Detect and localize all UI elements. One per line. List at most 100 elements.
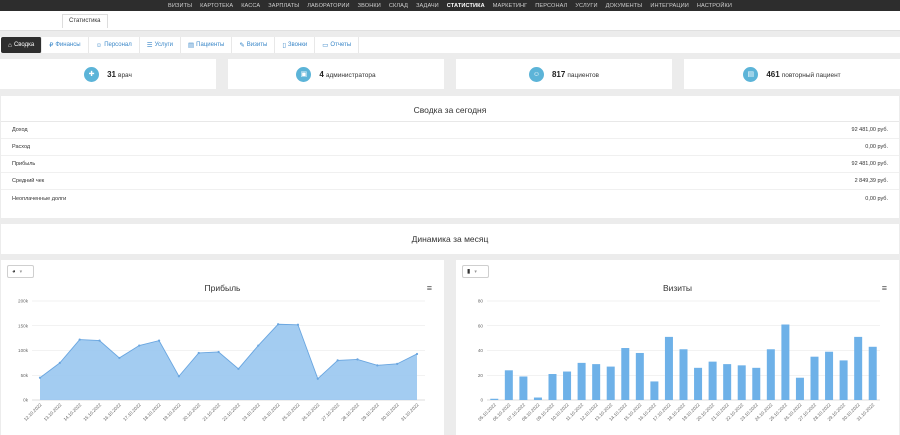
today-summary-panel: Сводка за сегодня Доход 92 481,00 руб. Рас… — [1, 96, 899, 218]
x-tick-label: 25.10.2022 — [281, 402, 301, 422]
tab-item[interactable]: ✎ Визиты — [232, 37, 276, 53]
data-point — [277, 323, 280, 326]
stat-label: врач — [117, 71, 132, 79]
data-point — [138, 344, 141, 347]
data-point — [118, 356, 121, 360]
tab-label: Сводка — [13, 42, 35, 48]
stat-card: ☺ 817 пациентов — [456, 59, 672, 89]
nav-item[interactable]: ВИЗИТЫ — [164, 3, 196, 9]
nav-item[interactable]: КАССА — [237, 3, 264, 9]
nav-item[interactable]: ЛАБОРАТОРИИ — [303, 3, 353, 9]
summary-row-label: Расход — [12, 144, 31, 150]
summary-row: Неоплаченные долги 0,00 руб. — [1, 190, 899, 207]
x-tick-label: 29.10.2022 — [360, 402, 380, 422]
data-point — [177, 375, 180, 378]
data-point — [356, 358, 359, 361]
tab-item[interactable]: ☰ Услуги — [140, 37, 182, 53]
nav-item[interactable]: ЗАДАЧИ — [412, 3, 443, 9]
bar — [810, 356, 819, 400]
x-tick-label: 14.10.2022 — [63, 402, 83, 422]
nav-item[interactable]: МАРКЕТИНГ — [489, 3, 532, 9]
nav-item[interactable]: НАСТРОЙКИ — [693, 3, 736, 9]
summary-row: Доход 92 481,00 руб. — [1, 122, 899, 139]
statistics-tabs: ⌂ Сводка ₽ Финансы ☺ Персонал ☰ Услуги ▤ Пациенты… — [0, 37, 900, 53]
stat-label: повторный пациент — [781, 71, 841, 79]
x-tick-label: 31.10.2022 — [400, 402, 420, 422]
list-icon: ☰ — [146, 42, 153, 49]
summary-row-label: Доход — [12, 127, 28, 133]
nav-item[interactable]: ЗВОНКИ — [354, 3, 385, 9]
stat-card: ▣ 4 администратора — [228, 59, 444, 89]
bar — [839, 360, 848, 400]
summary-row: Прибыль 92 481,00 руб. — [1, 156, 899, 173]
tab-item[interactable]: ▭ Отчеты — [315, 37, 360, 53]
tab-item[interactable]: ⌂ Сводка — [1, 37, 43, 53]
home-icon: ⌂ — [8, 41, 12, 49]
x-tick-label: 28.10.2022 — [340, 402, 360, 422]
x-tick-label: 19.10.2022 — [162, 402, 182, 422]
data-point — [38, 376, 42, 379]
id-card-icon: ▤ — [188, 42, 195, 49]
stat-text: 461 повторный пациент — [766, 70, 840, 79]
document-icon: ▭ — [322, 42, 329, 49]
bar — [606, 366, 615, 400]
summary-row-value: 92 481,00 руб. — [851, 161, 888, 167]
tab-label: Звонки — [287, 42, 308, 48]
person-icon: ☺ — [528, 66, 544, 82]
breadcrumb[interactable]: Статистика — [62, 14, 108, 28]
bar — [766, 349, 775, 400]
bar — [708, 361, 717, 400]
nav-item[interactable]: ПЕРСОНАЛ — [531, 3, 571, 9]
bar — [548, 374, 557, 400]
nav-item[interactable]: СТАТИСТИКА — [443, 3, 489, 9]
summary-row-label: Средний чек — [12, 178, 45, 184]
summary-row-value: 2 849,39 руб. — [854, 178, 888, 184]
breadcrumb-bar: Статистика — [0, 11, 900, 31]
bar — [825, 351, 834, 400]
y-tick-label: 0k — [23, 398, 29, 403]
y-tick-label: 60 — [478, 323, 484, 328]
bar — [635, 352, 644, 400]
phone-icon: ▯ — [282, 42, 286, 49]
nav-item[interactable]: ЗАРПЛАТЫ — [264, 3, 303, 9]
stat-cards: ✚ 31 врач ▣ 4 администратора ☺ 817 пациентов ▤ 461… — [0, 59, 900, 89]
data-point — [78, 338, 81, 341]
summary-row: Расход 0,00 руб. — [1, 139, 899, 156]
nav-item[interactable]: СКЛАД — [385, 3, 412, 9]
tab-label: Финансы — [55, 42, 81, 48]
stat-value: 817 — [551, 69, 566, 79]
x-tick-label: 17.10.2022 — [122, 402, 142, 422]
tab-item[interactable]: ☺ Персонал — [89, 37, 140, 53]
summary-row-label: Неоплаченные долги — [12, 195, 67, 202]
bar — [723, 364, 732, 400]
top-navigation: ВИЗИТЫ КАРТОТЕКА КАССА ЗАРПЛАТЫ ЛАБОРАТОРИИ З… — [0, 0, 900, 11]
stat-label: администратора — [325, 71, 376, 79]
data-point — [98, 339, 101, 342]
tab-item[interactable]: ▯ Звонки — [275, 37, 316, 53]
ruble-icon: ₽ — [49, 42, 54, 49]
bar — [577, 362, 586, 400]
x-tick-label: 18.10.2022 — [142, 402, 162, 422]
nav-item[interactable]: КАРТОТЕКА — [196, 3, 237, 9]
bar — [679, 349, 688, 400]
data-point — [58, 361, 61, 364]
data-point — [376, 364, 379, 367]
nav-item[interactable]: УСЛУГИ — [571, 3, 601, 9]
profit-chart-panel: ◕ ▾ Прибыль ≡ 0k 50k 100k 150k 200k 12.10.202… — [1, 260, 444, 435]
nav-item[interactable]: ДОКУМЕНТЫ — [602, 3, 647, 9]
tab-item[interactable]: ₽ Финансы — [42, 37, 89, 53]
tab-item[interactable]: ▤ Пациенты — [181, 37, 233, 53]
bar — [737, 365, 746, 400]
visits-chart-panel: ▮ ▾ Визиты ≡ 0 20 40 60 80 05.10.2022 06.10.20… — [456, 260, 899, 435]
x-tick-label: 21.10.2022 — [201, 402, 221, 422]
profit-area-chart: 0k 50k 100k 150k 200k 12.10.2022 13.10.2022 14.… — [18, 299, 425, 422]
x-tick-label: 20.10.2022 — [182, 402, 202, 422]
stat-value: 461 — [766, 69, 780, 79]
x-tick-label: 22.10.2022 — [221, 402, 241, 422]
stat-text: 31 врач — [107, 70, 132, 79]
nav-item[interactable]: ИНТЕГРАЦИИ — [646, 3, 693, 9]
summary-row-label: Прибыль — [12, 161, 36, 167]
summary-row-value: 0,00 руб. — [865, 144, 888, 150]
x-tick-label: 16.10.2022 — [102, 402, 122, 422]
edit-icon: ✎ — [239, 42, 245, 49]
